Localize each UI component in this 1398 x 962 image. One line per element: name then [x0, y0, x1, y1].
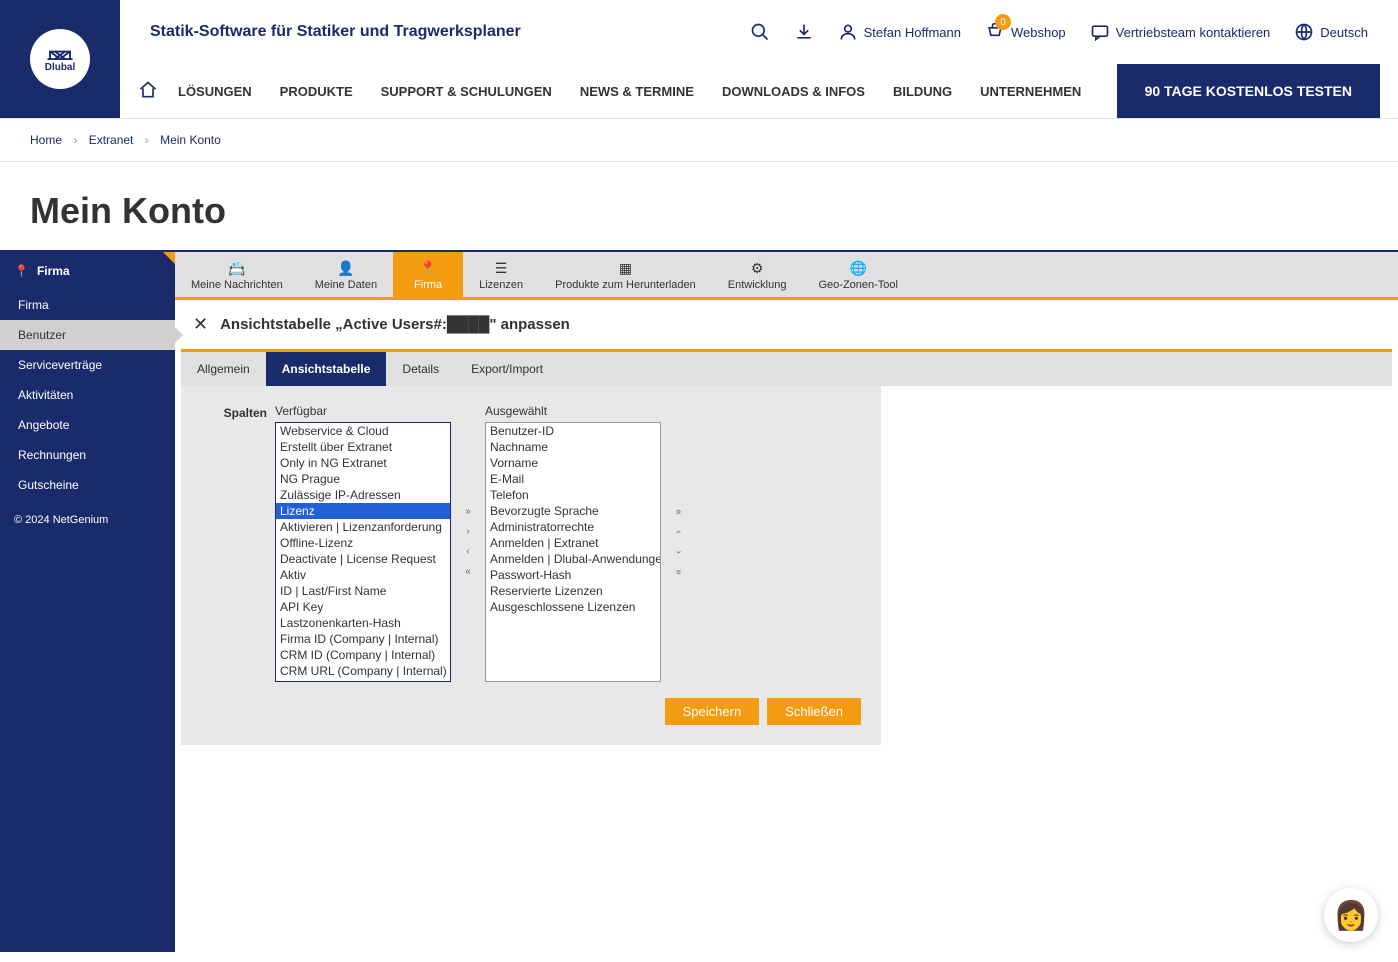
tab[interactable]: ▦Produkte zum Herunterladen — [539, 252, 712, 297]
tab[interactable]: 📇Meine Nachrichten — [175, 252, 299, 297]
tab[interactable]: ☰Lizenzen — [463, 252, 539, 297]
nav-item[interactable]: UNTERNEHMEN — [980, 84, 1081, 99]
list-option[interactable]: Lizenz — [276, 503, 450, 519]
list-option[interactable]: Telefon — [486, 487, 660, 503]
tab-icon: 📇 — [191, 260, 283, 277]
tab-icon: 📍 — [409, 260, 447, 277]
copyright: © 2024 NetGenium — [0, 504, 175, 536]
contact-link[interactable]: Vertriebsteam kontaktieren — [1090, 22, 1271, 42]
page-title: Mein Konto — [0, 162, 1398, 250]
sidebar-header[interactable]: 📍 Firma — [0, 252, 175, 290]
move-down-button[interactable]: › — [670, 543, 686, 561]
sidebar-item[interactable]: Benutzer — [0, 320, 175, 350]
sidebar-item[interactable]: Serviceverträge — [0, 350, 175, 380]
move-left-button[interactable]: ‹ — [459, 544, 477, 560]
breadcrumb: Home › Extranet › Mein Konto — [0, 119, 1398, 162]
tab-icon: ▦ — [555, 260, 696, 277]
list-option[interactable]: CRM ID (Company | Internal) — [276, 647, 450, 663]
move-all-right-button[interactable]: » — [459, 504, 477, 520]
webshop-link[interactable]: 0 Webshop — [985, 22, 1066, 42]
nav-item[interactable]: NEWS & TERMINE — [580, 84, 694, 99]
user-name: Stefan Hoffmann — [864, 25, 961, 40]
list-option[interactable]: E-Mail — [486, 471, 660, 487]
list-option[interactable]: Firma ID (Company | Internal) — [276, 631, 450, 647]
list-option[interactable]: Lastzonenkarten-Hash — [276, 615, 450, 631]
tab-icon: 👤 — [315, 260, 377, 277]
tab-icon: ☰ — [479, 260, 523, 277]
trial-button[interactable]: 90 TAGE KOSTENLOS TESTEN — [1117, 64, 1380, 118]
move-up-button[interactable]: ‹ — [670, 523, 686, 541]
breadcrumb-extranet[interactable]: Extranet — [89, 133, 134, 147]
move-all-left-button[interactable]: « — [459, 564, 477, 580]
selected-label: Ausgewählt — [485, 404, 661, 418]
list-option[interactable]: Bevorzugte Sprache — [486, 503, 660, 519]
save-button[interactable]: Speichern — [665, 698, 760, 725]
list-option[interactable]: Offline-Lizenz — [276, 535, 450, 551]
list-option[interactable]: Ausgeschlossene Lizenzen — [486, 599, 660, 615]
list-option[interactable]: Webservice & Cloud — [276, 423, 450, 439]
breadcrumb-home[interactable]: Home — [30, 133, 62, 147]
nav-item[interactable]: SUPPORT & SCHULUNGEN — [381, 84, 552, 99]
user-menu[interactable]: Stefan Hoffmann — [838, 22, 961, 42]
sidebar-item[interactable]: Rechnungen — [0, 440, 175, 470]
chat-bubble[interactable]: 👩 — [1324, 888, 1378, 942]
list-option[interactable]: CRM URL (Company | Internal) — [276, 663, 450, 679]
nav-item[interactable]: DOWNLOADS & INFOS — [722, 84, 865, 99]
home-icon[interactable] — [138, 80, 158, 103]
list-option[interactable]: Aktiv — [276, 567, 450, 583]
view-title: Ansichtstabelle „Active Users#:████" anp… — [220, 316, 570, 333]
search-icon[interactable] — [750, 22, 770, 42]
move-bottom-button[interactable]: » — [670, 563, 686, 581]
logo[interactable]: Dlubal — [0, 0, 120, 118]
available-listbox[interactable]: Webservice & CloudErstellt über Extranet… — [275, 422, 451, 682]
pin-icon: 📍 — [14, 264, 29, 278]
tab[interactable]: 📍Firma — [393, 252, 463, 297]
list-option[interactable]: Only in NG Extranet — [276, 455, 450, 471]
breadcrumb-current[interactable]: Mein Konto — [160, 133, 221, 147]
list-option[interactable]: Aktivieren | Lizenzanforderung — [276, 519, 450, 535]
tab-icon: ⚙ — [728, 260, 787, 277]
tab[interactable]: 👤Meine Daten — [299, 252, 393, 297]
list-option[interactable]: Erstellt über Extranet — [276, 439, 450, 455]
logo-text: Dlubal — [45, 62, 76, 73]
list-option[interactable]: Passwort-Hash — [486, 567, 660, 583]
selected-listbox[interactable]: Benutzer-IDNachnameVornameE-MailTelefonB… — [485, 422, 661, 682]
list-option[interactable]: Anmelden | Dlubal-Anwendungen — [486, 551, 660, 567]
list-option[interactable]: Nachname — [486, 439, 660, 455]
sub-tab[interactable]: Ansichtstabelle — [266, 352, 387, 386]
language-selector[interactable]: Deutsch — [1294, 22, 1368, 42]
move-right-button[interactable]: › — [459, 524, 477, 540]
sidebar-item[interactable]: Gutscheine — [0, 470, 175, 500]
tab-icon: 🌐 — [818, 260, 898, 277]
tab[interactable]: 🌐Geo-Zonen-Tool — [802, 252, 914, 297]
list-option[interactable]: Vorname — [486, 455, 660, 471]
list-option[interactable]: Zulässige IP-Adressen — [276, 487, 450, 503]
list-option[interactable]: ID | Last/First Name — [276, 583, 450, 599]
tab[interactable]: ⚙Entwicklung — [712, 252, 803, 297]
list-option[interactable]: NG Prague — [276, 471, 450, 487]
tagline: Statik-Software für Statiker und Tragwer… — [150, 23, 521, 41]
columns-label: Spalten — [201, 404, 267, 420]
download-icon[interactable] — [794, 22, 814, 42]
nav-item[interactable]: LÖSUNGEN — [178, 84, 252, 99]
move-top-button[interactable]: « — [670, 503, 686, 521]
list-option[interactable]: Reservierte Lizenzen — [486, 583, 660, 599]
list-option[interactable]: Benutzer-ID — [486, 423, 660, 439]
sub-tab[interactable]: Export/Import — [455, 352, 559, 386]
sub-tab[interactable]: Allgemein — [181, 352, 266, 386]
cart-badge: 0 — [995, 14, 1011, 30]
list-option[interactable]: Administratorrechte — [486, 519, 660, 535]
list-option[interactable]: Deactivate | License Request — [276, 551, 450, 567]
list-option[interactable]: API Key — [276, 599, 450, 615]
close-button[interactable]: Schließen — [767, 698, 861, 725]
sidebar-item[interactable]: Angebote — [0, 410, 175, 440]
close-icon[interactable]: ✕ — [193, 314, 208, 335]
nav-item[interactable]: BILDUNG — [893, 84, 952, 99]
available-label: Verfügbar — [275, 404, 451, 418]
sidebar-item[interactable]: Aktivitäten — [0, 380, 175, 410]
sidebar-item[interactable]: Firma — [0, 290, 175, 320]
sub-tab[interactable]: Details — [386, 352, 455, 386]
list-option[interactable]: Anmelden | Extranet — [486, 535, 660, 551]
nav-item[interactable]: PRODUKTE — [280, 84, 353, 99]
